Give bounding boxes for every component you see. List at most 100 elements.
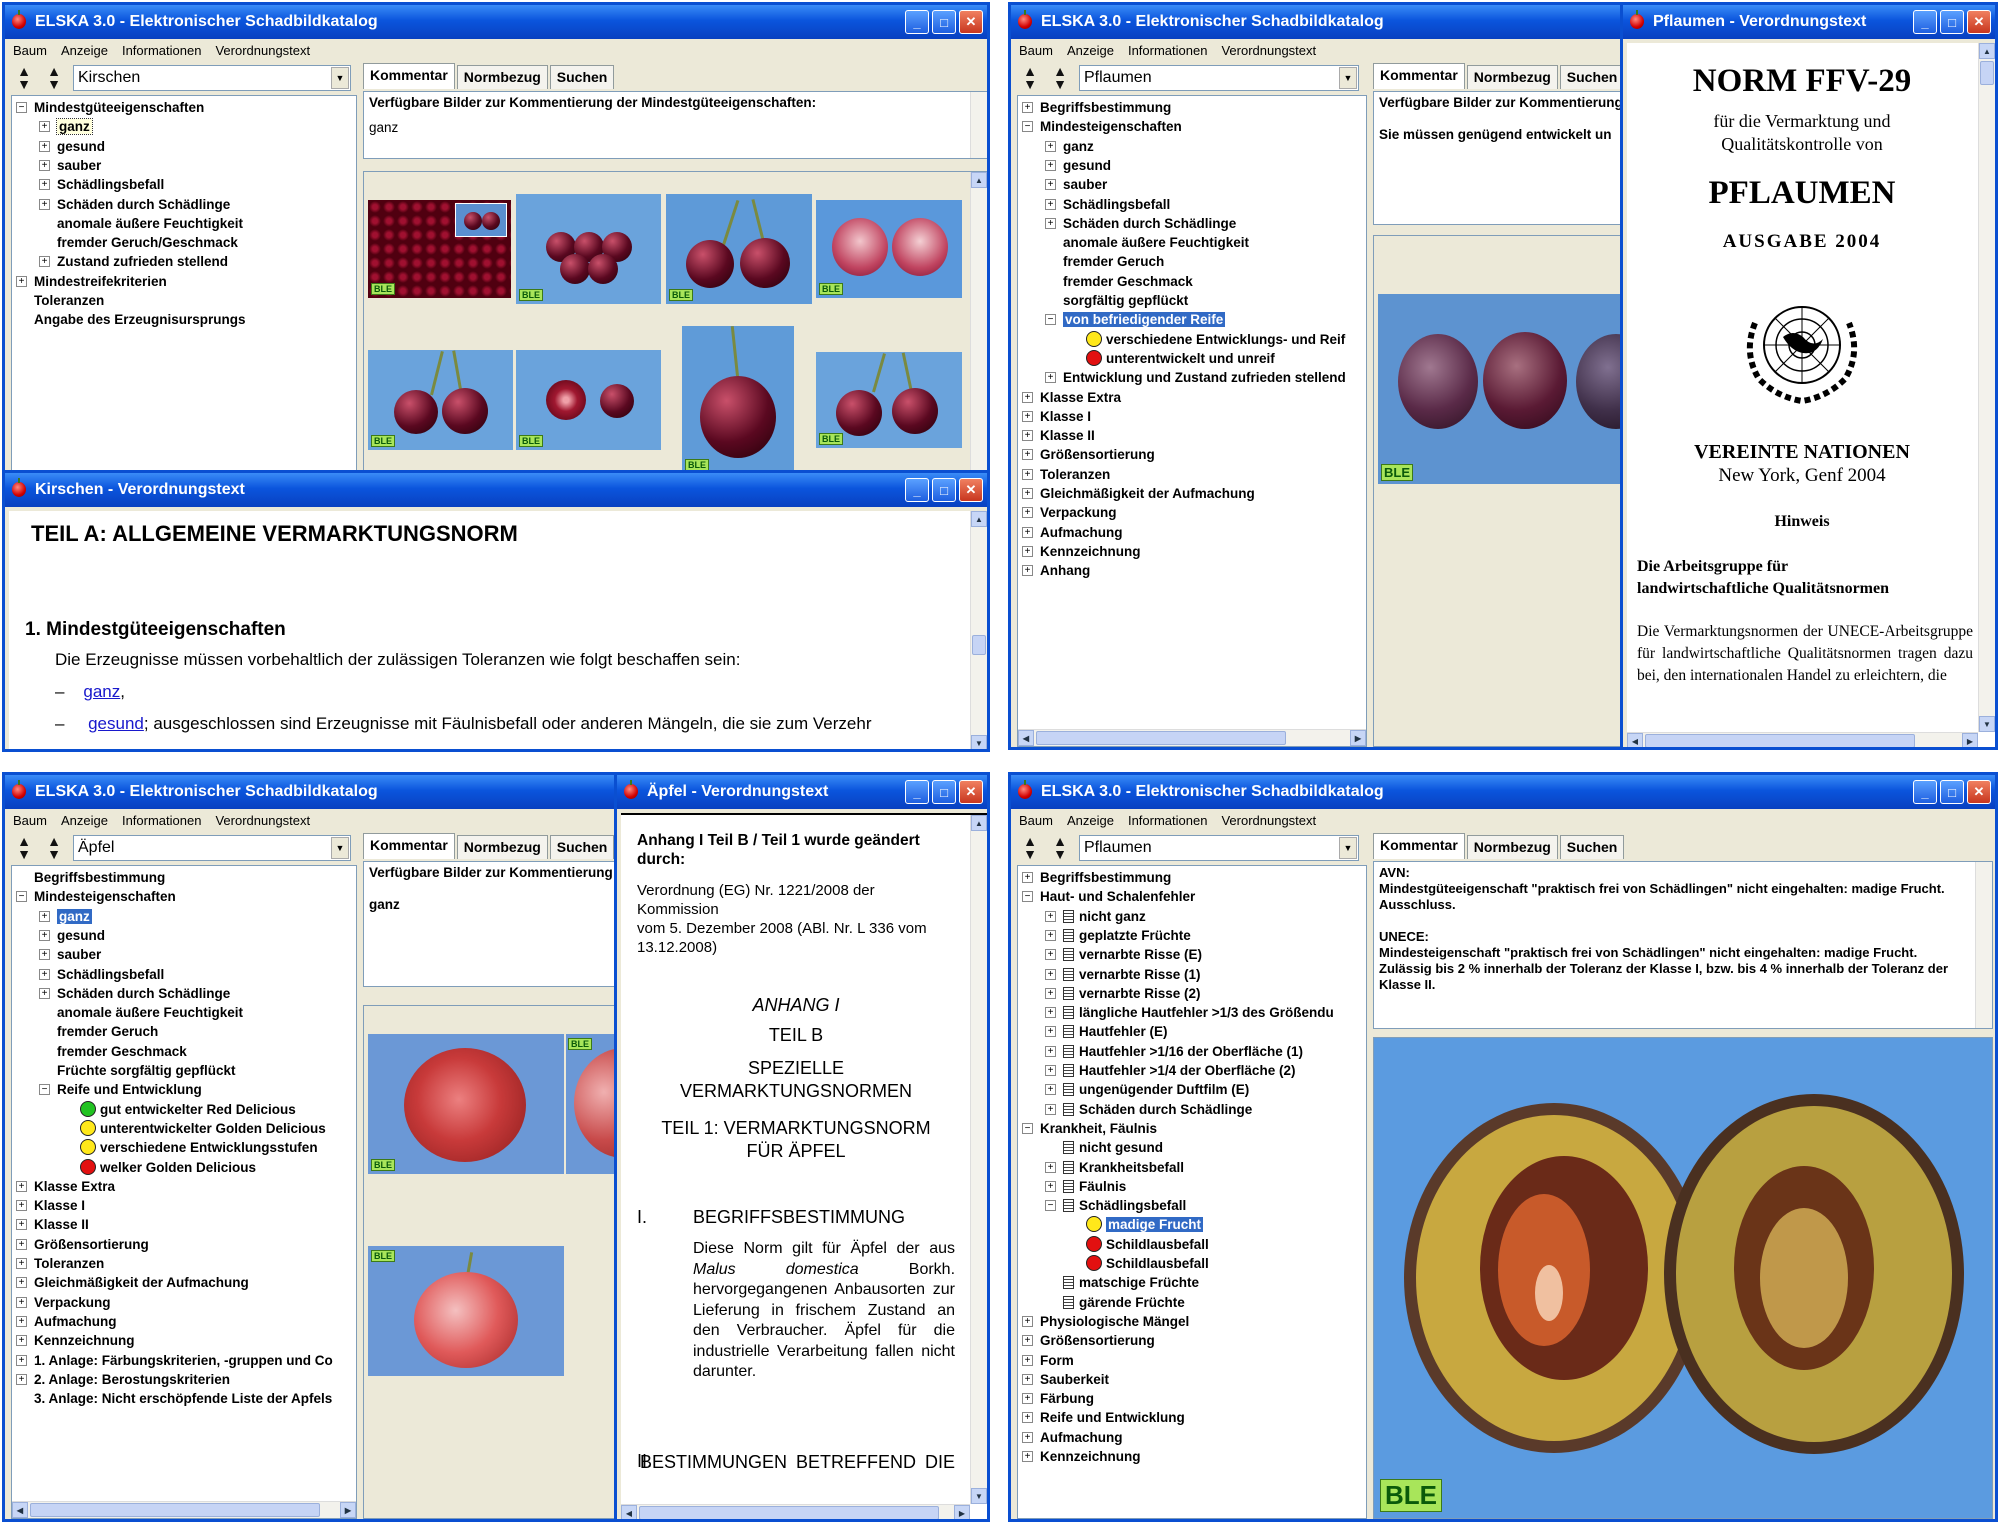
- horizontal-scrollbar[interactable]: ◀ ▶: [12, 1501, 356, 1518]
- close-button[interactable]: ✕: [1967, 780, 1991, 804]
- collapse-all-icon[interactable]: ▲ ▼: [1049, 834, 1071, 861]
- expand-all-icon[interactable]: ▲ ▼: [13, 834, 35, 861]
- expand-node-icon[interactable]: +: [1022, 391, 1033, 403]
- expand-node-icon[interactable]: +: [39, 910, 50, 922]
- tab-suchen[interactable]: Suchen: [1559, 835, 1625, 859]
- tree-view[interactable]: ◀ ▶ Begriffsbestimmung − Mindesteigenschaft…: [11, 865, 357, 1519]
- expand-node-icon[interactable]: +: [1045, 987, 1056, 999]
- expand-node-icon[interactable]: +: [1045, 1065, 1056, 1076]
- expand-node-icon[interactable]: +: [1022, 1451, 1033, 1462]
- tab-kommentar[interactable]: Kommentar: [363, 833, 455, 859]
- expand-node-icon[interactable]: +: [39, 949, 50, 961]
- tab-suchen[interactable]: Suchen: [549, 835, 615, 859]
- menu-baum[interactable]: Baum: [1019, 813, 1053, 828]
- maximize-button[interactable]: □: [932, 478, 956, 502]
- chevron-down-icon[interactable]: ▼: [1339, 67, 1357, 89]
- maximize-button[interactable]: □: [1940, 780, 1964, 804]
- expand-node-icon[interactable]: +: [16, 1180, 27, 1192]
- tree-view[interactable]: − Mindestgüteeigenschaften + ganz + gesund + sa…: [11, 95, 357, 473]
- expand-node-icon[interactable]: +: [1022, 102, 1033, 113]
- expand-node-icon[interactable]: +: [16, 1296, 27, 1308]
- menu-baum[interactable]: Baum: [1019, 43, 1053, 58]
- menu-verordnungstext[interactable]: Verordnungstext: [1221, 813, 1316, 828]
- minimize-button[interactable]: _: [1913, 780, 1937, 804]
- maximize-button[interactable]: □: [932, 10, 956, 34]
- minimize-button[interactable]: _: [905, 478, 929, 502]
- image-thumbnail[interactable]: BLE: [368, 1034, 564, 1174]
- image-thumbnail[interactable]: BLE: [368, 1246, 564, 1376]
- tab-kommentar[interactable]: Kommentar: [1373, 63, 1465, 89]
- collapse-all-icon[interactable]: ▲ ▼: [1049, 64, 1071, 91]
- expand-node-icon[interactable]: +: [1022, 545, 1033, 557]
- expand-node-icon[interactable]: +: [1045, 1084, 1056, 1096]
- menu-verordnungstext[interactable]: Verordnungstext: [215, 43, 310, 58]
- collapse-node-icon[interactable]: −: [1045, 1200, 1056, 1212]
- expand-node-icon[interactable]: +: [1022, 507, 1033, 519]
- expand-node-icon[interactable]: +: [1022, 1373, 1033, 1385]
- scrollbar[interactable]: [1975, 862, 1992, 1028]
- link-gesund[interactable]: gesund: [88, 714, 144, 733]
- comment-box[interactable]: Verfügbare Bilder zur Kommentierung Sie …: [1373, 91, 1633, 225]
- image-thumbnail[interactable]: BLE: [1378, 294, 1632, 484]
- expand-node-icon[interactable]: +: [1045, 217, 1056, 229]
- expand-node-icon[interactable]: +: [39, 929, 50, 941]
- menu-baum[interactable]: Baum: [13, 813, 47, 828]
- expand-node-icon[interactable]: +: [1022, 410, 1033, 422]
- expand-node-icon[interactable]: +: [16, 1354, 27, 1366]
- image-thumbnail[interactable]: BLE: [516, 350, 661, 450]
- collapse-node-icon[interactable]: −: [1045, 314, 1056, 326]
- expand-node-icon[interactable]: +: [1045, 949, 1056, 961]
- expand-node-icon[interactable]: +: [16, 1335, 27, 1347]
- expand-node-icon[interactable]: +: [1045, 1045, 1056, 1057]
- menu-anzeige[interactable]: Anzeige: [1067, 813, 1114, 828]
- expand-node-icon[interactable]: +: [1045, 1026, 1056, 1038]
- expand-node-icon[interactable]: +: [1045, 159, 1056, 171]
- expand-node-icon[interactable]: +: [39, 121, 50, 133]
- menu-informationen[interactable]: Informationen: [122, 43, 202, 58]
- menu-informationen[interactable]: Informationen: [122, 813, 202, 828]
- expand-node-icon[interactable]: +: [39, 179, 50, 191]
- tree-view[interactable]: ◀ ▶ + Begriffsbestimmung − Mindesteigenschaf…: [1017, 95, 1367, 747]
- expand-node-icon[interactable]: +: [16, 1219, 27, 1231]
- chevron-down-icon[interactable]: ▼: [331, 837, 349, 859]
- fruit-select[interactable]: Pflaumen ▼: [1079, 835, 1359, 861]
- expand-node-icon[interactable]: +: [1022, 1354, 1033, 1366]
- collapse-node-icon[interactable]: −: [16, 102, 27, 113]
- close-button[interactable]: ✕: [959, 478, 983, 502]
- document-view[interactable]: NORM FFV-29 für die Vermarktung und Qual…: [1627, 43, 1995, 747]
- expand-node-icon[interactable]: +: [39, 140, 50, 152]
- document-view[interactable]: TEIL A: ALLGEMEINE VERMARKTUNGSNORM 1. M…: [9, 511, 987, 749]
- tab-normbezug[interactable]: Normbezug: [1466, 65, 1558, 89]
- maximize-button[interactable]: □: [1940, 10, 1964, 34]
- minimize-button[interactable]: _: [905, 10, 929, 34]
- expand-node-icon[interactable]: +: [1045, 140, 1056, 152]
- image-thumbnail[interactable]: BLE: [816, 352, 962, 448]
- image-thumbnail[interactable]: BLE: [666, 194, 812, 304]
- expand-node-icon[interactable]: +: [1045, 1103, 1056, 1115]
- expand-node-icon[interactable]: +: [1022, 488, 1033, 499]
- menu-informationen[interactable]: Informationen: [1128, 813, 1208, 828]
- expand-node-icon[interactable]: +: [1045, 1180, 1056, 1192]
- scrollbar[interactable]: ▲: [970, 172, 987, 475]
- scrollbar[interactable]: ▲ ▼: [970, 815, 987, 1504]
- scrollbar[interactable]: ▲ ▼: [970, 511, 987, 749]
- plum-cross-section-image[interactable]: [1374, 1038, 1993, 1519]
- expand-node-icon[interactable]: +: [16, 1277, 27, 1289]
- title-bar[interactable]: Äpfel - Verordnungstext _ □ ✕: [617, 775, 987, 809]
- expand-node-icon[interactable]: +: [1045, 929, 1056, 941]
- expand-node-icon[interactable]: +: [1022, 468, 1033, 480]
- expand-all-icon[interactable]: ▲ ▼: [1019, 64, 1041, 91]
- scrollbar[interactable]: [970, 92, 987, 158]
- collapse-node-icon[interactable]: −: [16, 891, 27, 903]
- expand-node-icon[interactable]: +: [1022, 1412, 1033, 1424]
- expand-node-icon[interactable]: +: [16, 1200, 27, 1212]
- horizontal-scrollbar[interactable]: ◀ ▶: [1627, 732, 1978, 747]
- image-thumbnail[interactable]: BLE: [516, 194, 661, 304]
- tab-normbezug[interactable]: Normbezug: [456, 65, 548, 89]
- expand-node-icon[interactable]: +: [1022, 430, 1033, 442]
- tab-suchen[interactable]: Suchen: [549, 65, 615, 89]
- expand-all-icon[interactable]: ▲ ▼: [1019, 834, 1041, 861]
- chevron-down-icon[interactable]: ▼: [1339, 837, 1357, 859]
- image-thumbnail[interactable]: BLE: [368, 200, 511, 298]
- image-thumbnail[interactable]: BLE: [816, 200, 962, 298]
